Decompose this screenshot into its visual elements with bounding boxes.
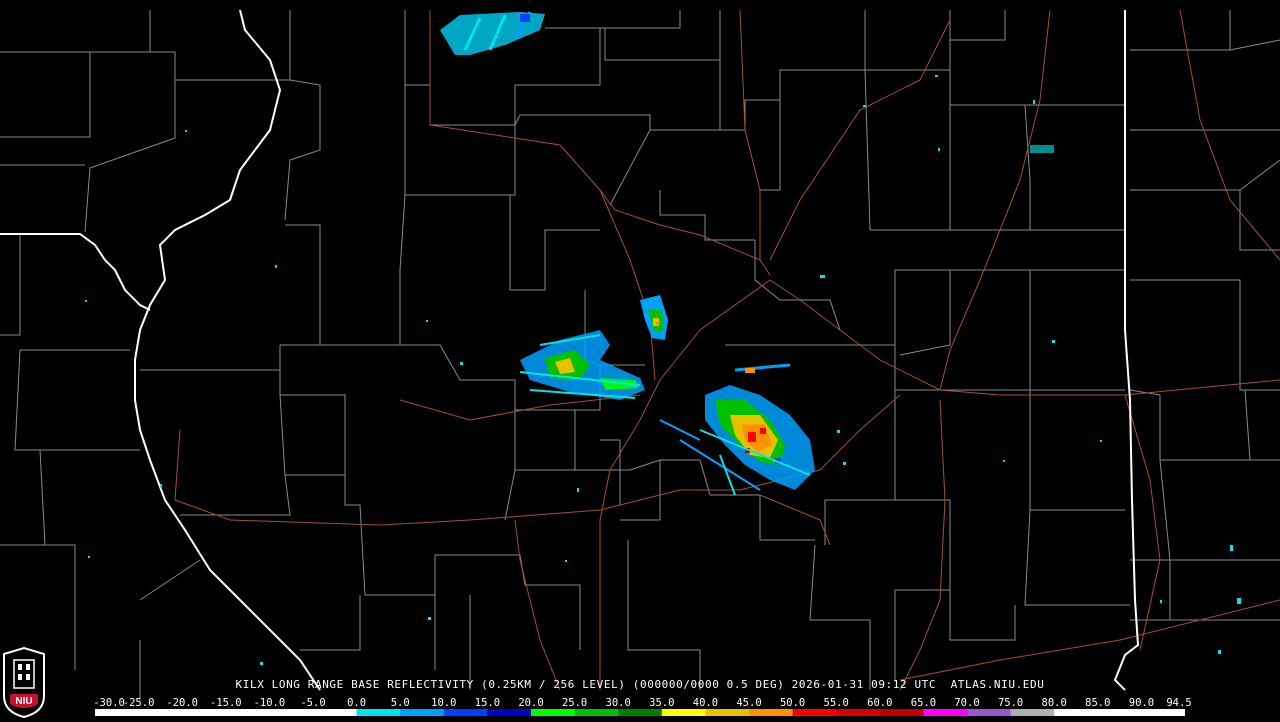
color-bar-segment	[138, 709, 183, 716]
scale-tick-label: -25.0	[122, 697, 155, 709]
scale-tick-label: 45.0	[736, 697, 762, 709]
scale-tick-label: -30.0	[93, 697, 125, 709]
scale-tick-label: 75.0	[997, 697, 1024, 709]
color-bar-segment	[531, 709, 576, 716]
scale-tick-label: 40.0	[692, 697, 719, 709]
color-bar-segment	[487, 709, 532, 716]
color-bar-segment	[618, 709, 663, 716]
scale-tick-label: 25.0	[561, 697, 588, 709]
color-bar-segment	[356, 709, 401, 716]
color-bar-segment	[443, 709, 488, 716]
scale-tick-label: 70.0	[954, 697, 980, 709]
scale-tick-label: 65.0	[910, 697, 937, 709]
color-bar-segment	[705, 709, 750, 716]
logo-text: NIU	[15, 696, 32, 707]
reflectivity-color-bar	[95, 709, 1185, 716]
scale-tick-labels: -30.0 -25.0 -20.0 -15.0 -10.0 -5.0 0.0 5.0 10.0 1…	[93, 697, 1195, 709]
color-bar-segment	[967, 709, 1012, 716]
scale-tick-label: 10.0	[431, 697, 457, 709]
product-title: KILX LONG RANGE BASE REFLECTIVITY (0.25K…	[235, 678, 1045, 691]
scale-tick-label: 80.0	[1041, 697, 1067, 709]
scale-tick-label: 30.0	[605, 697, 631, 709]
radar-map	[0, 0, 1280, 720]
color-bar-segment	[923, 709, 968, 716]
color-bar-segment	[879, 709, 924, 716]
color-bar-segment	[1141, 709, 1185, 716]
scale-tick-label: -5.0	[300, 697, 326, 709]
scale-tick-label: 50.0	[779, 697, 806, 709]
scale-tick-label: 85.0	[1085, 697, 1111, 709]
scale-tick-label: 55.0	[823, 697, 849, 709]
scale-tick-label: 90.0	[1128, 697, 1155, 709]
color-bar-segment	[225, 709, 270, 716]
scale-tick-label: 0.0	[347, 697, 367, 709]
scale-tick-label: -20.0	[166, 697, 198, 709]
scale-tick-label: 35.0	[649, 697, 675, 709]
scale-tick-label: -15.0	[209, 697, 242, 709]
scale-tick-label: 94.5	[1166, 697, 1192, 709]
color-bar-segment	[1010, 709, 1055, 716]
scale-tick-label: -10.0	[253, 697, 286, 709]
color-bar-segment	[661, 709, 706, 716]
scale-tick-label: 60.0	[867, 697, 893, 709]
color-bar-segment	[792, 709, 837, 716]
color-bar-segment	[574, 709, 619, 716]
color-bar-segment	[269, 709, 314, 716]
color-bar-segment	[95, 709, 140, 716]
color-bar-segment	[182, 709, 227, 716]
color-bar-segment	[1097, 709, 1142, 716]
scale-tick-label: 5.0	[390, 697, 410, 709]
color-bar-segment	[1054, 709, 1099, 716]
color-bar-segment	[400, 709, 445, 716]
color-bar-segment	[749, 709, 794, 716]
color-bar-segment	[836, 709, 881, 716]
color-bar-segment	[313, 709, 358, 716]
scale-tick-label: 15.0	[474, 697, 501, 709]
scale-tick-label: 20.0	[518, 697, 544, 709]
